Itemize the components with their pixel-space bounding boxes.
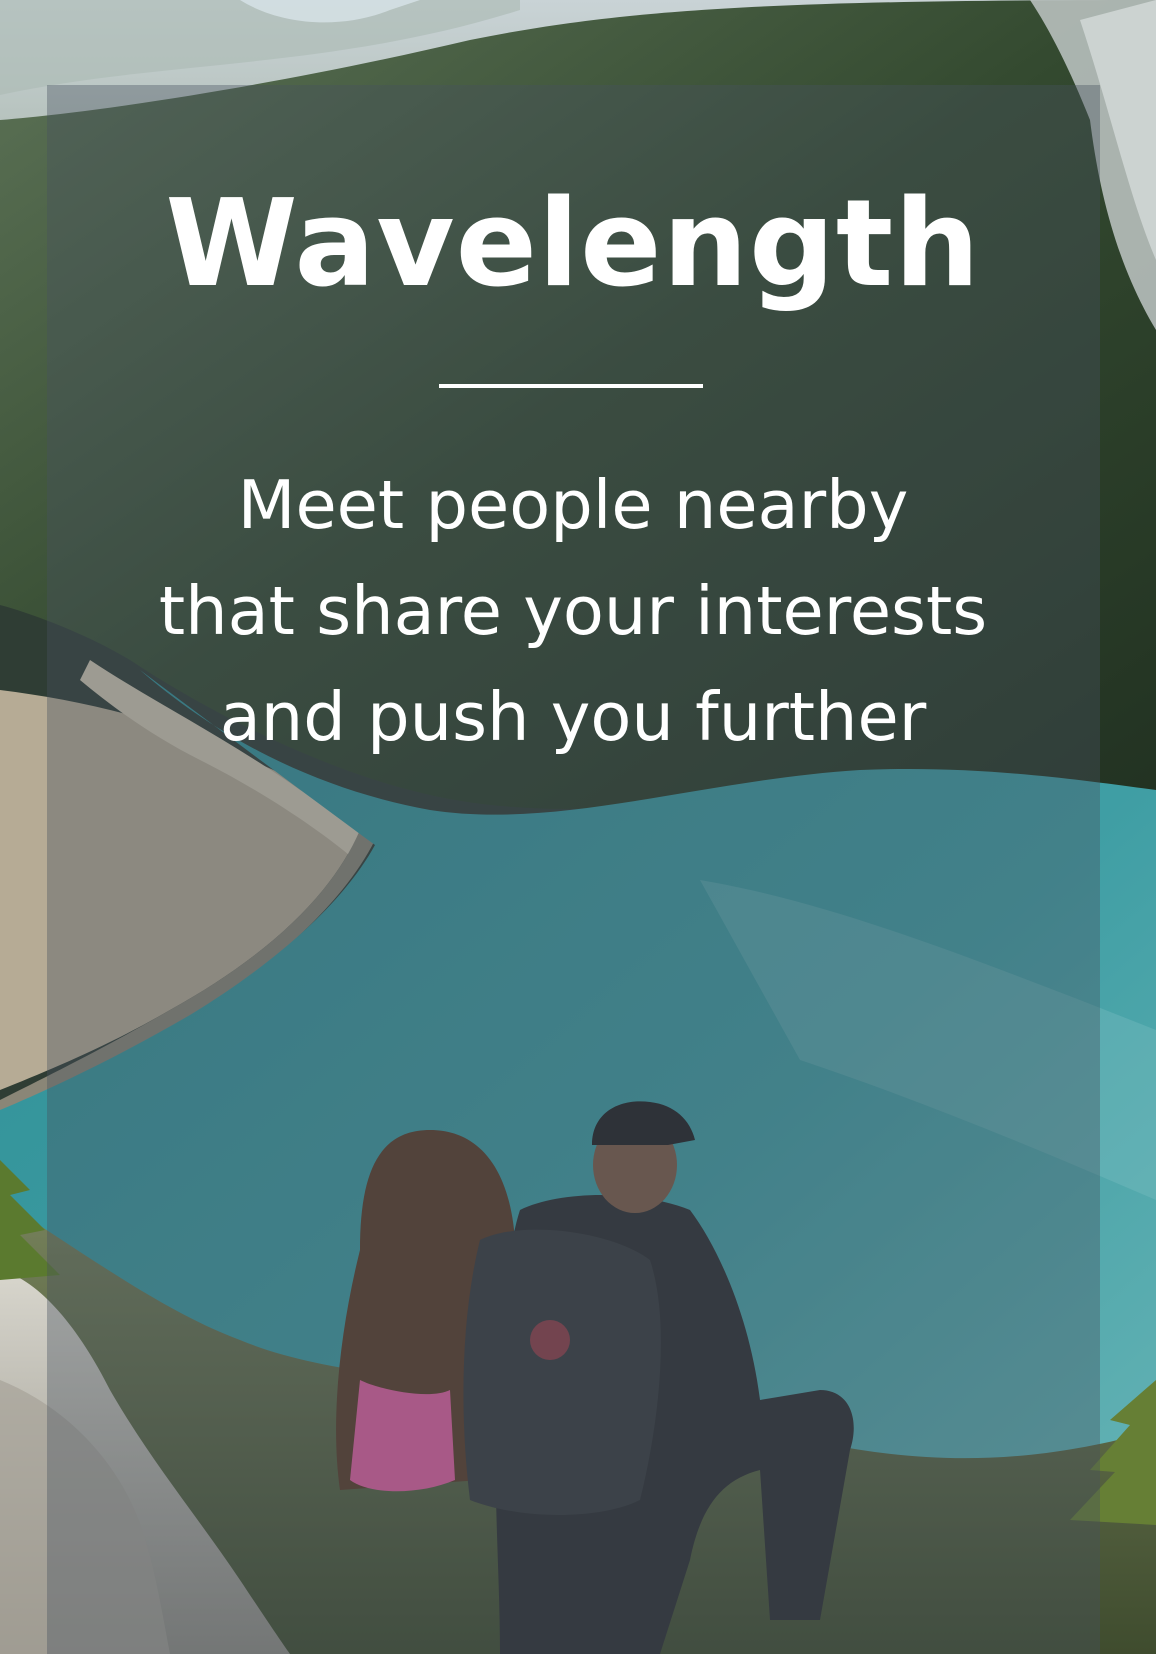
title-divider	[439, 384, 703, 388]
tagline-line: Meet people nearby	[237, 466, 909, 544]
app-title: Wavelength	[165, 175, 981, 314]
tagline-line: that share your interests	[158, 572, 988, 650]
hero-tagline: Meet people nearby that share your inter…	[0, 452, 1146, 770]
tagline-line: and push you further	[219, 678, 927, 756]
hero-overlay	[47, 85, 1100, 1654]
